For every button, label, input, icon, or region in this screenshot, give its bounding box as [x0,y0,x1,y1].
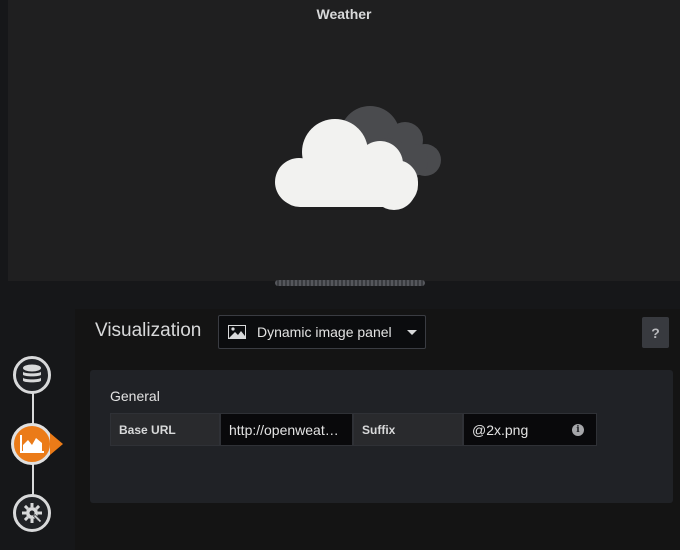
suffix-input-wrapper: i [463,413,597,446]
visualization-picker-label: Dynamic image panel [257,324,392,340]
editor-title: Visualization [95,320,202,341]
suffix-label: Suffix [353,413,463,446]
area-chart-icon [20,435,44,453]
info-icon[interactable]: i [572,424,584,436]
visualization-picker[interactable]: Dynamic image panel [218,315,426,349]
partly-cloudy-icon [275,106,441,210]
wizard-step-queries[interactable] [13,356,51,394]
active-step-pointer [50,433,63,455]
base-url-label: Base URL [110,413,220,446]
image-icon [228,325,246,339]
section-title-general: General [110,388,160,404]
panel-resize-handle[interactable] [275,280,425,286]
base-url-input[interactable] [220,413,353,446]
wizard-step-general[interactable] [13,494,51,532]
general-form-row: Base URL Suffix i [110,413,597,446]
chevron-down-icon [407,330,417,335]
panel-preview: Weather [8,0,680,281]
panel-title[interactable]: Weather [8,6,680,22]
dashboard-panel-editor: Weather Visualization Dynamic image pane… [0,0,680,550]
wizard-step-visualization[interactable] [11,423,53,465]
help-button[interactable]: ? [642,317,669,348]
database-icon [23,364,41,383]
gear-wrench-icon [22,503,43,524]
